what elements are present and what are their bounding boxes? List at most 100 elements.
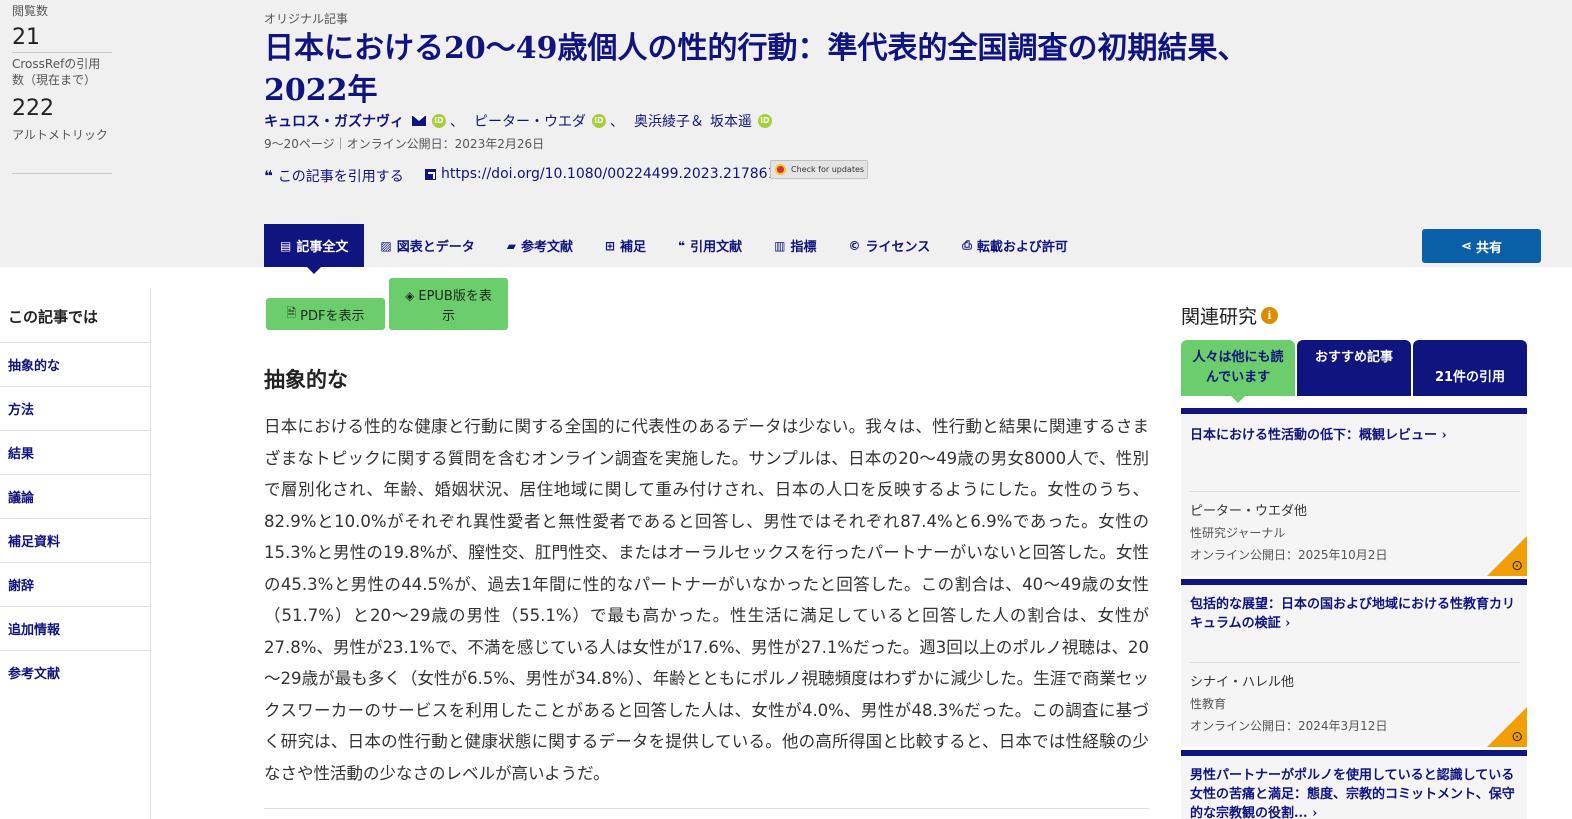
nav-item-discussion[interactable]: 議論	[0, 474, 150, 518]
tab-citations[interactable]: ❝ 引用文献	[662, 224, 758, 267]
nav-list: 抽象的な 方法 結果 議論 補足資料 謝辞 追加情報 参考文献	[0, 342, 150, 694]
tab-cited-by[interactable]: 21件の引用	[1413, 340, 1527, 396]
altmetric-label[interactable]: アルトメトリック	[12, 127, 112, 143]
orcid-icon[interactable]: iD	[758, 114, 772, 128]
nav-item-methods[interactable]: 方法	[0, 386, 150, 430]
nav-item-additional-info[interactable]: 追加情報	[0, 606, 150, 650]
tab-full-article[interactable]: ▤ 記事全文	[264, 224, 365, 274]
view-epub-button[interactable]: ◈ EPUB版を表示	[389, 278, 508, 330]
tab-label: 参考文献	[520, 240, 573, 255]
nav-item-results[interactable]: 結果	[0, 430, 150, 474]
chevron-right-icon: ›	[1285, 616, 1291, 631]
author-link[interactable]: ピーター・ウエダ	[474, 111, 586, 131]
tab-label: 補足	[620, 240, 647, 255]
crossmark-icon	[775, 164, 786, 175]
article-title: 日本における20～49歳個人の性的行動：準代表的全国調査の初期結果、2022年	[264, 31, 1248, 108]
tab-label: 引用文献	[690, 240, 743, 255]
epub-label: EPUB版を表示	[418, 289, 492, 324]
abstract-text: 日本における性的な健康と行動に関する全国的に代表性のあるデータは少ない。我々は、…	[264, 417, 1149, 783]
open-lock-icon: ⊙	[1511, 729, 1523, 745]
article-tabs: ▤ 記事全文 ▨ 図表とデータ ▰ 参考文献 ⊞ 補足 ❝ 引用文献 ▥ 指標 © ライセンス…	[264, 224, 1084, 274]
tab-license[interactable]: © ライセンス	[832, 224, 946, 267]
external-link-icon	[425, 168, 436, 180]
document-icon: ▤	[280, 238, 292, 253]
views-count: 21	[12, 25, 40, 50]
author-separator: 、	[610, 114, 624, 130]
author-link[interactable]: 奥浜綾子＆	[634, 111, 704, 131]
related-article-card[interactable]: 包括的な展望：日本の国および地域における性教育カリキュラムの検証 › シナイ・ハ…	[1181, 579, 1527, 747]
divider	[12, 173, 112, 174]
book-icon: ▰	[506, 238, 516, 253]
bar-chart-icon: ▥	[774, 238, 786, 253]
print-icon: ⎙	[962, 238, 972, 252]
related-research-heading: 関連研究 i	[1181, 302, 1279, 329]
crossref-count: 222	[12, 96, 54, 121]
share-button[interactable]: ⋖ 共有	[1422, 229, 1541, 263]
tab-references[interactable]: ▰ 参考文献	[491, 224, 589, 267]
cite-label: この記事を引用する	[277, 169, 404, 185]
nav-item-supplemental[interactable]: 補足資料	[0, 518, 150, 562]
tab-supplemental[interactable]: ⊞ 補足	[589, 224, 662, 267]
title-text: 日本における性活動の低下：概観レビュー	[1190, 428, 1438, 443]
nav-item-references[interactable]: 参考文献	[0, 650, 150, 694]
tab-figures-data[interactable]: ▨ 図表とデータ	[364, 224, 490, 267]
article-type: オリジナル記事	[264, 12, 349, 26]
tab-permissions[interactable]: ⎙ 転載および許可	[946, 224, 1084, 267]
abstract-heading: 抽象的な	[264, 367, 348, 392]
divider	[1190, 491, 1520, 492]
title-text: 男性パートナーがポルノを使用していると認識している女性の苦痛と満足：態度、宗教的…	[1190, 768, 1515, 819]
tab-label: 転載および許可	[976, 240, 1068, 255]
related-article-journal: 性研究ジャーナル	[1190, 526, 1286, 540]
divider	[264, 808, 1149, 809]
title-text: 包括的な展望：日本の国および地域における性教育カリキュラムの検証	[1190, 597, 1516, 631]
doi-text: https://doi.org/10.1080/00224499.2023.21…	[441, 166, 786, 182]
author-separator: 、	[450, 114, 464, 130]
tab-label: ライセンス	[865, 240, 931, 255]
author-list: キュロス・ガズナヴィ iD 、 ピーター・ウエダ iD 、 奥浜綾子＆ 坂本遥 …	[264, 111, 776, 131]
copyright-icon: ©	[848, 238, 861, 253]
info-icon[interactable]: i	[1261, 307, 1279, 324]
related-article-title[interactable]: 男性パートナーがポルノを使用していると認識している女性の苦痛と満足：態度、宗教的…	[1190, 766, 1520, 819]
tab-recommended[interactable]: おすすめ記事	[1297, 340, 1411, 396]
nav-item-acknowledgements[interactable]: 謝辞	[0, 562, 150, 606]
orcid-icon[interactable]: iD	[592, 114, 606, 128]
chevron-right-icon: ›	[1312, 806, 1318, 819]
author-link[interactable]: 坂本遥	[710, 111, 752, 131]
tab-metrics[interactable]: ▥ 指標	[758, 224, 832, 267]
quote-icon: ❝	[264, 167, 273, 185]
nav-item-abstract[interactable]: 抽象的な	[0, 342, 150, 386]
related-tabs: 人々は他にも読んでいます おすすめ記事 21件の引用	[1181, 340, 1527, 403]
check-for-updates-button[interactable]: Check for updates	[770, 160, 868, 179]
article-sections-nav: この記事では 抽象的な 方法 結果 議論 補足資料 謝辞 追加情報 参考文献	[0, 288, 151, 819]
pdf-label: PDFを表示	[300, 308, 365, 324]
publication-info: 9～20ページ｜オンライン公開日：2023年2月26日	[264, 137, 545, 151]
cite-article-link[interactable]: ❝ この記事を引用する	[264, 166, 404, 186]
related-article-journal: 性教育	[1190, 697, 1227, 711]
orcid-icon[interactable]: iD	[432, 114, 446, 128]
nav-heading: この記事では	[8, 308, 99, 326]
check-updates-label: Check for updates	[791, 165, 865, 174]
divider	[1190, 662, 1520, 663]
share-label: 共有	[1475, 240, 1502, 256]
tab-people-also-read[interactable]: 人々は他にも読んでいます	[1181, 340, 1295, 403]
share-icon: ⋖	[1461, 238, 1472, 254]
related-article-author: シナイ・ハレル他	[1190, 675, 1295, 690]
open-lock-icon: ⊙	[1511, 558, 1523, 574]
chevron-right-icon: ›	[1441, 428, 1447, 443]
related-article-card[interactable]: 男性パートナーがポルノを使用していると認識している女性の苦痛と満足：態度、宗教的…	[1181, 750, 1527, 819]
tab-label: 指標	[790, 240, 817, 255]
author-link[interactable]: キュロス・ガズナヴィ	[264, 111, 404, 131]
mail-icon[interactable]	[412, 116, 426, 126]
divider	[12, 52, 112, 53]
related-article-author: ピーター・ウエダ他	[1190, 504, 1308, 519]
related-article-title[interactable]: 包括的な展望：日本の国および地域における性教育カリキュラムの検証 ›	[1190, 595, 1520, 633]
view-pdf-button[interactable]: 🗎 PDFを表示	[266, 298, 385, 330]
doi-link[interactable]: https://doi.org/10.1080/00224499.2023.21…	[425, 166, 785, 182]
related-article-card[interactable]: 日本における性活動の低下：概観レビュー › ピーター・ウエダ他 性研究ジャーナル…	[1181, 408, 1527, 576]
related-article-date: オンライン公開日：2025年10月2日	[1190, 548, 1388, 562]
image-icon: ▨	[380, 238, 392, 253]
tab-label: 記事全文	[296, 240, 349, 255]
related-article-title[interactable]: 日本における性活動の低下：概観レビュー ›	[1190, 426, 1520, 445]
quote-icon: ❝	[678, 238, 686, 253]
pdf-icon: 🗎	[286, 305, 297, 320]
